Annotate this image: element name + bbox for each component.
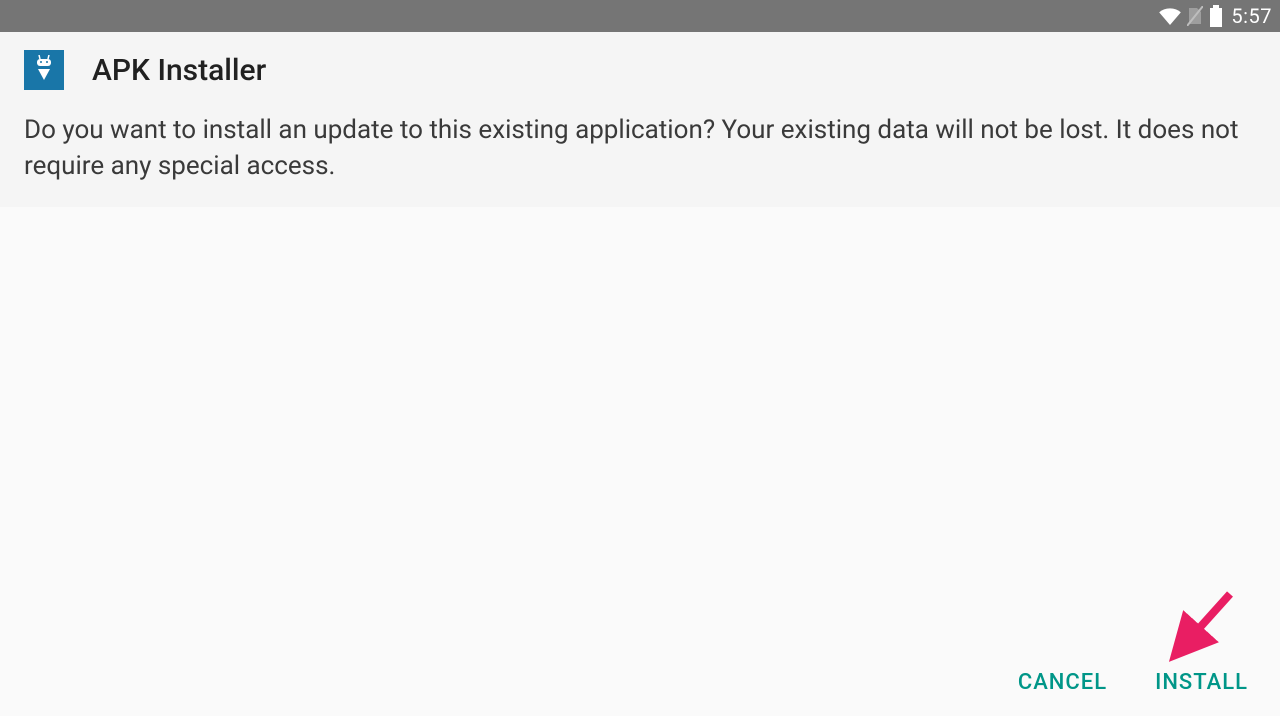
no-sim-icon — [1187, 6, 1203, 26]
wifi-icon — [1159, 7, 1181, 25]
cancel-button[interactable]: CANCEL — [1014, 662, 1111, 703]
button-bar: CANCEL INSTALL — [0, 648, 1280, 716]
install-dialog-header: APK Installer Do you want to install an … — [0, 32, 1280, 207]
title-row: APK Installer — [24, 50, 1256, 90]
dialog-content — [0, 207, 1280, 641]
install-message: Do you want to install an update to this… — [24, 112, 1256, 185]
battery-icon — [1209, 5, 1223, 27]
install-button[interactable]: INSTALL — [1151, 662, 1252, 703]
app-icon — [24, 50, 64, 90]
app-title: APK Installer — [92, 53, 266, 88]
status-time: 5:57 — [1231, 4, 1272, 28]
status-bar: 5:57 — [0, 0, 1280, 32]
